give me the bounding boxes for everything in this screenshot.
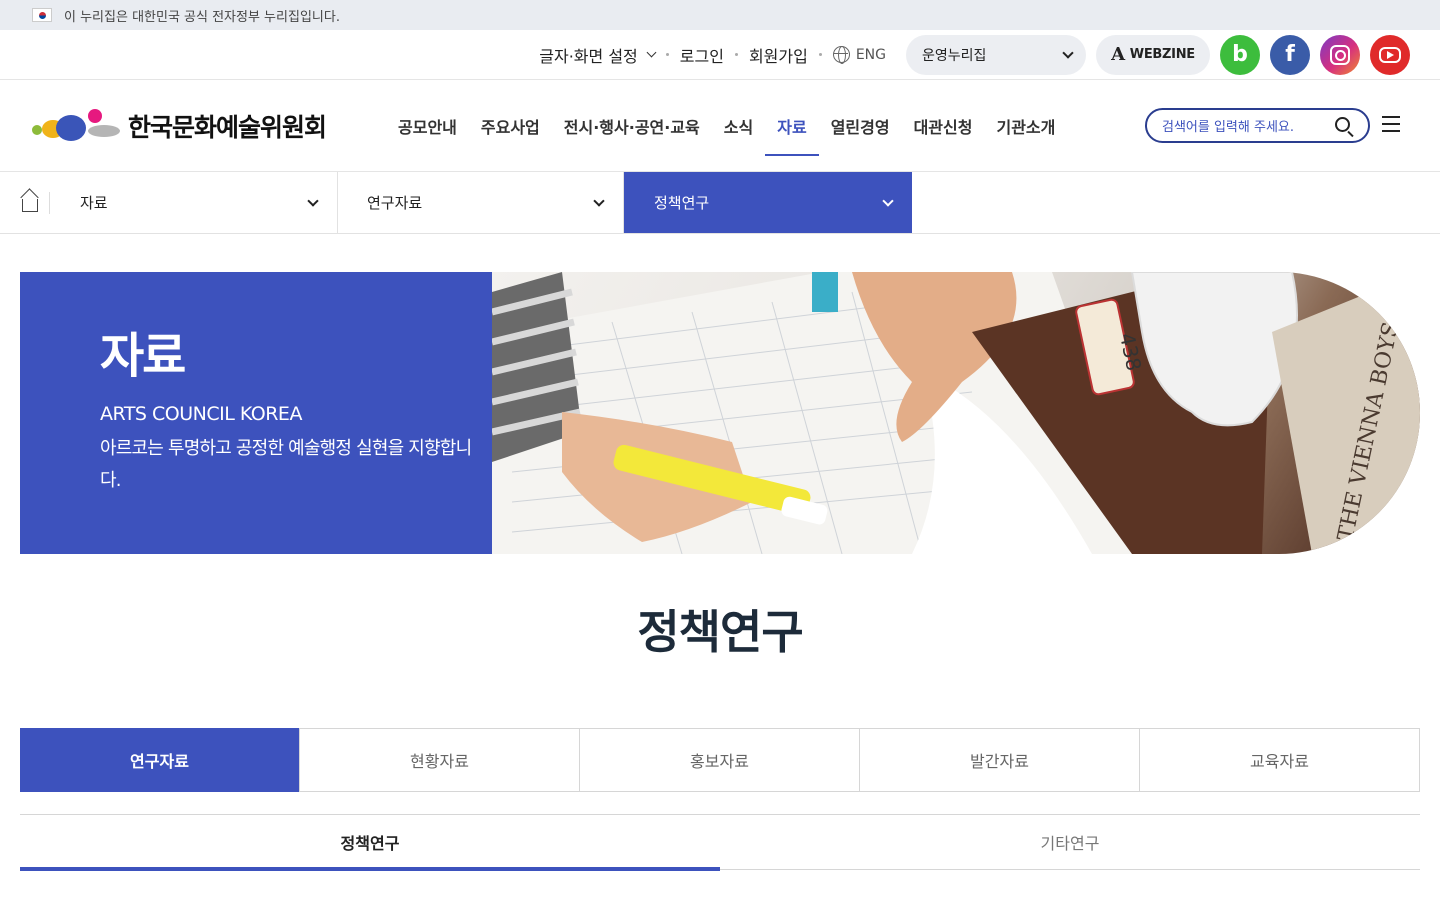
login-link[interactable]: 로그인: [680, 43, 724, 67]
site-select-value: 운영누리집: [922, 47, 987, 64]
logo-text: 한국문화예술위원회: [128, 112, 327, 142]
search-input[interactable]: 검색어를 입력해 주세요.: [1145, 108, 1370, 143]
nav-item[interactable]: 전시·행사·공연·교육: [552, 80, 712, 172]
chevron-down-icon: [646, 47, 657, 58]
signup-link[interactable]: 회원가입: [749, 43, 808, 67]
site-select[interactable]: 운영누리집: [906, 34, 1086, 75]
location-bar: 자료 연구자료 정책연구: [0, 172, 1440, 234]
location-depth3-select[interactable]: 정책연구: [624, 172, 912, 233]
arko-logo-icon: A: [1111, 44, 1125, 65]
separator-dot: [665, 53, 669, 56]
utility-bar: 글자·화면 설정 로그인 회원가입 ENG 운영누리집 A WEBZINE b …: [0, 30, 1440, 80]
blog-icon[interactable]: b: [1220, 34, 1260, 75]
chevron-down-icon: [1062, 46, 1074, 59]
main-nav: 공모안내 주요사업 전시·행사·공연·교육 소식 자료 열린경영 대관신청 기관…: [386, 80, 1067, 172]
webzine-label: WEBZINE: [1129, 47, 1195, 62]
font-setting-button[interactable]: 글자·화면 설정: [539, 43, 657, 67]
nav-item[interactable]: 공모안내: [386, 80, 469, 172]
tab-publication[interactable]: 발간자료: [859, 729, 1139, 791]
subtab-other-research[interactable]: 기타연구: [720, 815, 1420, 869]
page-title: 정책연구: [637, 605, 803, 659]
hero-subtitle: ARTS COUNCIL KOREA: [100, 402, 302, 425]
separator-dot: [734, 53, 738, 56]
logo-mark-icon: [30, 108, 122, 143]
tab-promotion[interactable]: 홍보자료: [579, 729, 859, 791]
globe-icon: [832, 46, 850, 64]
instagram-icon[interactable]: [1320, 34, 1360, 75]
facebook-mark: f: [1285, 42, 1295, 67]
chevron-down-icon: [307, 194, 319, 207]
blog-mark: b: [1232, 42, 1248, 67]
chevron-down-icon: [593, 194, 605, 207]
hero-text-panel: 자료 ARTS COUNCIL KOREA 아르코는 투명하고 공정한 예술행정…: [20, 272, 492, 554]
nav-item[interactable]: 열린경영: [819, 80, 902, 172]
language-link[interactable]: ENG: [832, 46, 886, 64]
hero-illustration: 438 THE VIENNA BOYS: [492, 272, 1420, 554]
hero-banner: 자료 ARTS COUNCIL KOREA 아르코는 투명하고 공정한 예술행정…: [20, 272, 1420, 554]
nav-item[interactable]: 주요사업: [469, 80, 552, 172]
tab-status[interactable]: 현황자료: [299, 729, 579, 791]
facebook-icon[interactable]: f: [1270, 34, 1310, 75]
flag-icon: [32, 8, 52, 22]
nav-item-active[interactable]: 자료: [765, 80, 820, 172]
sub-tabs: 정책연구 기타연구: [20, 814, 1420, 871]
youtube-icon[interactable]: [1370, 34, 1410, 75]
separator-dot: [818, 53, 822, 56]
location-depth1-select[interactable]: 자료: [80, 172, 338, 233]
site-header: 한국문화예술위원회 공모안내 주요사업 전시·행사·공연·교육 소식 자료 열린…: [0, 80, 1440, 172]
gov-banner: 이 누리집은 대한민국 공식 전자정부 누리집입니다.: [0, 0, 1440, 30]
language-label: ENG: [855, 46, 886, 63]
hamburger-menu-icon[interactable]: [1382, 116, 1400, 132]
home-icon: [22, 199, 38, 212]
font-setting-label: 글자·화면 설정: [539, 46, 638, 66]
home-button[interactable]: [0, 172, 80, 233]
nav-item[interactable]: 대관신청: [902, 80, 985, 172]
youtube-glyph: [1379, 46, 1401, 63]
site-logo[interactable]: 한국문화예술위원회: [30, 108, 330, 144]
gov-banner-text: 이 누리집은 대한민국 공식 전자정부 누리집입니다.: [64, 9, 340, 25]
search-icon[interactable]: [1335, 117, 1350, 132]
tab-education[interactable]: 교육자료: [1139, 729, 1419, 791]
hero-title: 자료: [100, 328, 186, 384]
hero-description: 아르코는 투명하고 공정한 예술행정 실현을 지향합니다.: [100, 437, 472, 491]
nav-item[interactable]: 소식: [712, 80, 765, 172]
location-depth1-label: 자료: [80, 194, 108, 212]
webzine-button[interactable]: A WEBZINE: [1096, 34, 1210, 75]
location-depth3-label: 정책연구: [654, 194, 710, 212]
subtab-policy-research[interactable]: 정책연구: [20, 815, 720, 871]
location-depth2-label: 연구자료: [367, 194, 423, 212]
chevron-down-icon: [882, 194, 894, 207]
nav-item[interactable]: 기관소개: [984, 80, 1067, 172]
instagram-glyph: [1330, 44, 1350, 65]
hero-image: 438 THE VIENNA BOYS: [492, 272, 1420, 554]
location-depth2-select[interactable]: 연구자료: [338, 172, 624, 233]
category-tabs: 연구자료 현황자료 홍보자료 발간자료 교육자료: [20, 728, 1420, 792]
search-placeholder: 검색어를 입력해 주세요.: [1162, 120, 1294, 135]
tab-research[interactable]: 연구자료: [20, 728, 299, 792]
